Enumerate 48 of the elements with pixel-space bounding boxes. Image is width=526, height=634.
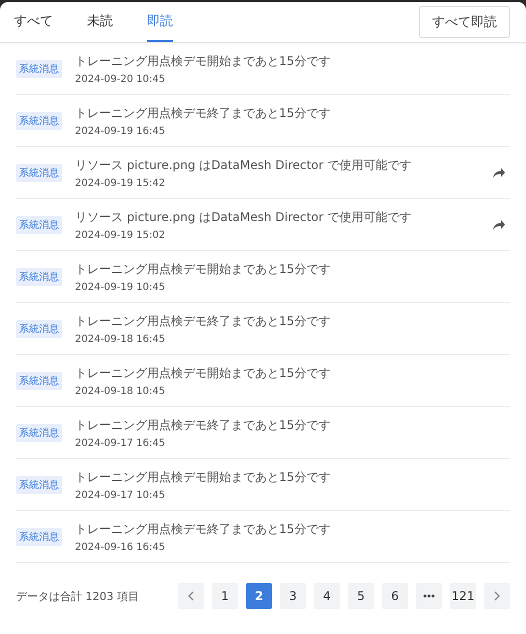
ellipsis-icon — [423, 594, 435, 598]
message-title: トレーニング用点検デモ終了まであと15分です — [75, 416, 332, 434]
message-time: 2024-09-17 16:45 — [75, 438, 166, 448]
page-button[interactable]: 1 — [212, 583, 238, 609]
message-time: 2024-09-16 16:45 — [75, 542, 166, 552]
system-message-tag: 系統消息 — [16, 164, 62, 182]
tab[interactable]: 未読 — [87, 2, 113, 42]
chevron-right-icon — [493, 590, 501, 602]
message-title: トレーニング用点検デモ終了まであと15分です — [75, 520, 332, 538]
message-title: リソース picture.png はDataMesh Director で使用可能です — [75, 208, 412, 226]
message-time: 2024-09-19 15:02 — [75, 230, 166, 240]
page-button[interactable]: 121 — [450, 583, 476, 609]
page-button[interactable]: 3 — [280, 583, 306, 609]
page-button[interactable]: 4 — [314, 583, 340, 609]
system-message-tag: 系統消息 — [16, 528, 62, 546]
message-time: 2024-09-19 16:45 — [75, 126, 166, 136]
message-time: 2024-09-20 10:45 — [75, 74, 166, 84]
system-message-tag: 系統消息 — [16, 60, 62, 78]
message-time: 2024-09-19 10:45 — [75, 282, 166, 292]
system-message-tag: 系統消息 — [16, 320, 62, 338]
message-time: 2024-09-19 15:42 — [75, 178, 166, 188]
message-time: 2024-09-18 16:45 — [75, 334, 166, 344]
message-time: 2024-09-18 10:45 — [75, 386, 166, 396]
total-count: データは合計 1203 項目 — [16, 588, 139, 604]
system-message-tag: 系統消息 — [16, 112, 62, 130]
message-title: リソース picture.png はDataMesh Director で使用可能です — [75, 156, 412, 174]
share-arrow-icon[interactable] — [492, 166, 506, 178]
message-title: トレーニング用点検デモ終了まであと15分です — [75, 104, 332, 122]
page-button[interactable]: 5 — [348, 583, 374, 609]
share-arrow-icon[interactable] — [492, 218, 506, 230]
system-message-tag: 系統消息 — [16, 216, 62, 234]
tab[interactable]: 即読 — [147, 2, 173, 42]
chevron-left-icon — [187, 590, 195, 602]
message-title: トレーニング用点検デモ終了まであと15分です — [75, 312, 332, 330]
page-button[interactable]: 2 — [246, 583, 272, 609]
page-button[interactable]: 6 — [382, 583, 408, 609]
system-message-tag: 系統消息 — [16, 268, 62, 286]
tab[interactable]: すべて — [14, 2, 53, 42]
message-title: トレーニング用点検デモ開始まであと15分です — [75, 52, 332, 70]
more-pages-button[interactable] — [416, 583, 442, 609]
system-message-tag: 系統消息 — [16, 424, 62, 442]
message-title: トレーニング用点検デモ開始まであと15分です — [75, 260, 332, 278]
system-message-tag: 系統消息 — [16, 476, 62, 494]
message-time: 2024-09-17 10:45 — [75, 490, 166, 500]
mark-all-read-button[interactable]: すべて即読 — [419, 6, 510, 38]
system-message-tag: 系統消息 — [16, 372, 62, 390]
message-title: トレーニング用点検デモ開始まであと15分です — [75, 468, 332, 486]
message-title: トレーニング用点検デモ開始まであと15分です — [75, 364, 332, 382]
